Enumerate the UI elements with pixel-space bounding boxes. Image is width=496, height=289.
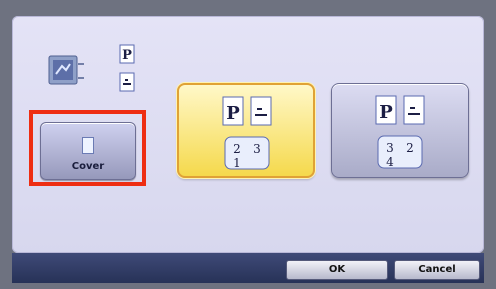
staple-icon: 3 2 4: [377, 135, 423, 169]
page-image-icon: [119, 72, 135, 92]
option-cover-back[interactable]: P 3 2 4: [331, 83, 469, 178]
svg-text:3: 3: [386, 141, 394, 155]
cancel-button[interactable]: Cancel: [394, 260, 480, 280]
svg-text:P: P: [379, 102, 393, 123]
ok-button[interactable]: OK: [286, 260, 388, 280]
page-pair-icon: P: [375, 95, 425, 125]
source-page-letter: P: [122, 48, 132, 63]
page-p-icon: P: [119, 44, 135, 64]
staple-icon: 2 3 1: [224, 136, 270, 170]
cover-button[interactable]: Cover: [40, 122, 136, 180]
svg-text:1: 1: [233, 156, 241, 170]
svg-text:P: P: [226, 103, 240, 124]
cover-button-label: Cover: [71, 161, 105, 172]
document-icon: [82, 137, 94, 154]
scanner-icon: [48, 55, 84, 85]
option-cover-front[interactable]: P 2 3 1: [177, 83, 315, 178]
page-pair-icon: P: [222, 96, 272, 126]
svg-text:2: 2: [233, 142, 241, 156]
svg-text:2: 2: [406, 141, 414, 155]
svg-text:3: 3: [253, 142, 261, 156]
svg-text:4: 4: [386, 155, 394, 169]
